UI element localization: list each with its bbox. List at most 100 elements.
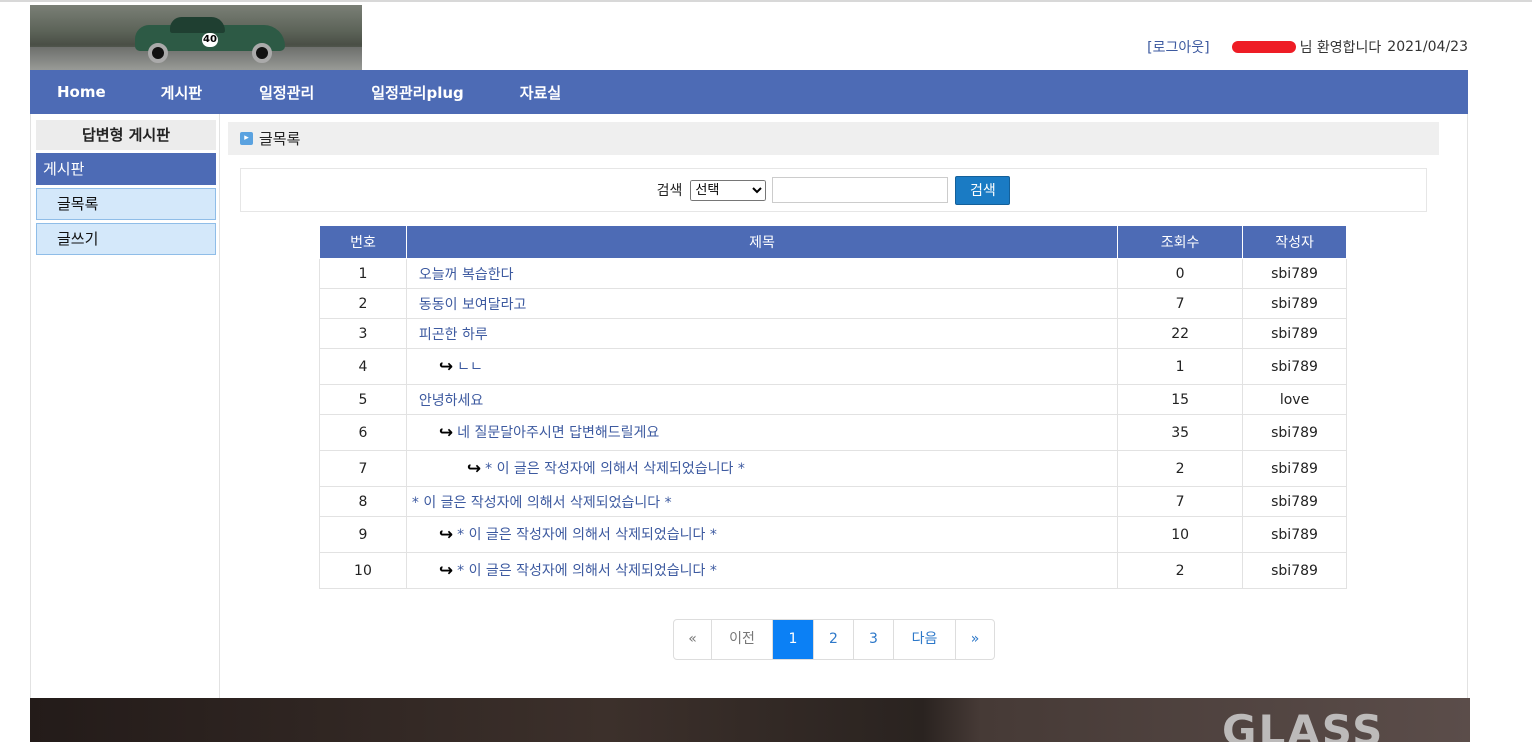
search-input[interactable] [772,177,949,203]
reply-arrow-icon: ↪ [466,459,482,479]
deleted-post-title[interactable]: * 이 글은 작성자에 의해서 삭제되었습니다 * [457,527,717,543]
table-row[interactable]: 8 * 이 글은 작성자에 의해서 삭제되었습니다 * 7 sbi789 [319,486,1347,517]
row-number: 10 [319,552,407,589]
pagination: « 이전 1 2 3 다음 » [673,619,995,660]
table-row[interactable]: 6 ↪ 네 질문달아주시면 답변해드릴게요 35 sbi789 [319,414,1347,451]
sidebar-title: 답변형 게시판 [36,120,216,150]
row-author: sbi789 [1242,288,1347,319]
table-row[interactable]: 10 ↪ * 이 글은 작성자에 의해서 삭제되었습니다 * 2 sbi789 [319,552,1347,589]
sidebar: 답변형 게시판 게시판 글목록 글쓰기 [31,114,220,698]
row-title-cell: * 이 글은 작성자에 의해서 삭제되었습니다 * [405,486,1119,517]
nav-home[interactable]: Home [57,83,106,101]
page-frame: 답변형 게시판 게시판 글목록 글쓰기 ▸ 글목록 검색 선택 검색 번호 제목… [30,114,1468,698]
sidebar-item-write[interactable]: 글쓰기 [36,223,216,255]
post-title-link[interactable]: ㄴㄴ [457,359,483,375]
row-author: sbi789 [1242,516,1347,553]
row-title-cell: ↪ * 이 글은 작성자에 의해서 삭제되었습니다 * [405,450,1119,487]
row-views: 10 [1117,516,1244,553]
row-title-cell: ↪ ㄴㄴ [405,348,1119,385]
sidebar-section-board[interactable]: 게시판 [36,153,216,185]
nav-archive[interactable]: 자료실 [520,82,561,103]
row-title-cell: ↪ * 이 글은 작성자에 의해서 삭제되었습니다 * [405,516,1119,553]
row-views: 15 [1117,384,1244,415]
table-row[interactable]: 2 동동이 보여달라고 7 sbi789 [319,288,1347,319]
row-number: 2 [319,288,407,319]
logout-link[interactable]: [로그아웃] [1147,37,1209,57]
nav-board[interactable]: 게시판 [161,82,202,103]
chevron-right-icon: ▸ [240,132,253,145]
post-title-link[interactable]: 피곤한 하루 [419,327,488,343]
table-row[interactable]: 5 안녕하세요 15 love [319,384,1347,415]
row-title-cell: 동동이 보여달라고 [405,288,1119,319]
row-author: love [1242,384,1347,415]
pager-next-button[interactable]: 다음 [894,620,956,659]
current-date: 2021/04/23 [1387,39,1468,55]
banner-car-number: 40 [202,33,218,47]
post-title-link[interactable]: 오늘꺼 복습한다 [419,267,514,283]
table-row[interactable]: 7 ↪ * 이 글은 작성자에 의해서 삭제되었습니다 * 2 sbi789 [319,450,1347,487]
redacted-username [1231,41,1296,53]
row-number: 4 [319,348,407,385]
col-title-header: 제목 [405,225,1119,259]
row-author: sbi789 [1242,414,1347,451]
row-number: 1 [319,258,407,289]
page-title: 글목록 [259,130,301,148]
table-row[interactable]: 3 피곤한 하루 22 sbi789 [319,318,1347,349]
search-button[interactable]: 검색 [955,175,1011,205]
deleted-post-title[interactable]: * 이 글은 작성자에 의해서 삭제되었습니다 * [412,495,672,511]
row-author: sbi789 [1242,450,1347,487]
pager-page-2[interactable]: 2 [814,620,854,659]
nav-schedule[interactable]: 일정관리 [259,82,314,103]
post-title-link[interactable]: 네 질문달아주시면 답변해드릴게요 [457,425,659,441]
row-author: sbi789 [1242,318,1347,349]
row-views: 35 [1117,414,1244,451]
row-views: 2 [1117,552,1244,589]
table-row[interactable]: 4 ↪ ㄴㄴ 1 sbi789 [319,348,1347,385]
row-views: 0 [1117,258,1244,289]
pager-page-1[interactable]: 1 [773,620,814,659]
welcome-text: 님 환영합니다 [1299,40,1382,56]
row-number: 8 [319,486,407,517]
post-title-link[interactable]: 동동이 보여달라고 [419,297,527,313]
row-author: sbi789 [1242,486,1347,517]
table-row[interactable]: 1 오늘꺼 복습한다 0 sbi789 [319,258,1347,289]
row-author: sbi789 [1242,348,1347,385]
pager-prev-button[interactable]: 이전 [712,620,773,659]
col-author-header: 작성자 [1242,225,1347,259]
row-views: 7 [1117,288,1244,319]
row-number: 5 [319,384,407,415]
content-title-bar: ▸ 글목록 [228,122,1439,155]
board-table: 번호 제목 조회수 작성자 1 오늘꺼 복습한다 0 sbi789 2 동동이 보여달라고… [319,225,1347,589]
row-author: sbi789 [1242,552,1347,589]
reply-arrow-icon: ↪ [438,561,454,581]
search-label: 검색 [656,183,683,199]
row-title-cell: 오늘꺼 복습한다 [405,258,1119,289]
table-header-row: 번호 제목 조회수 작성자 [319,225,1347,259]
row-number: 6 [319,414,407,451]
row-number: 9 [319,516,407,553]
row-number: 7 [319,450,407,487]
row-title-cell: ↪ * 이 글은 작성자에 의해서 삭제되었습니다 * [405,552,1119,589]
table-body: 1 오늘꺼 복습한다 0 sbi789 2 동동이 보여달라고 7 sbi789 3 피곤한 하루… [319,258,1347,589]
row-views: 7 [1117,486,1244,517]
header-banner-image: 40 [30,5,362,71]
row-views: 2 [1117,450,1244,487]
pager-first-button[interactable]: « [674,620,712,659]
pager-page-3[interactable]: 3 [854,620,894,659]
banner-car-wheel [148,43,168,63]
sidebar-item-list[interactable]: 글목록 [36,188,216,220]
nav-schedule-plug[interactable]: 일정관리plug [371,82,464,103]
search-bar: 검색 선택 검색 [240,168,1427,212]
row-title-cell: ↪ 네 질문달아주시면 답변해드릴게요 [405,414,1119,451]
pager-last-button[interactable]: » [956,620,994,659]
reply-arrow-icon: ↪ [438,357,454,377]
row-title-cell: 안녕하세요 [405,384,1119,415]
post-title-link[interactable]: 안녕하세요 [419,393,483,409]
table-row[interactable]: 9 ↪ * 이 글은 작성자에 의해서 삭제되었습니다 * 10 sbi789 [319,516,1347,553]
search-field-select[interactable]: 선택 [690,179,767,201]
row-views: 22 [1117,318,1244,349]
banner-car-top [170,17,225,33]
deleted-post-title[interactable]: * 이 글은 작성자에 의해서 삭제되었습니다 * [485,461,745,477]
deleted-post-title[interactable]: * 이 글은 작성자에 의해서 삭제되었습니다 * [457,563,717,579]
row-title-cell: 피곤한 하루 [405,318,1119,349]
